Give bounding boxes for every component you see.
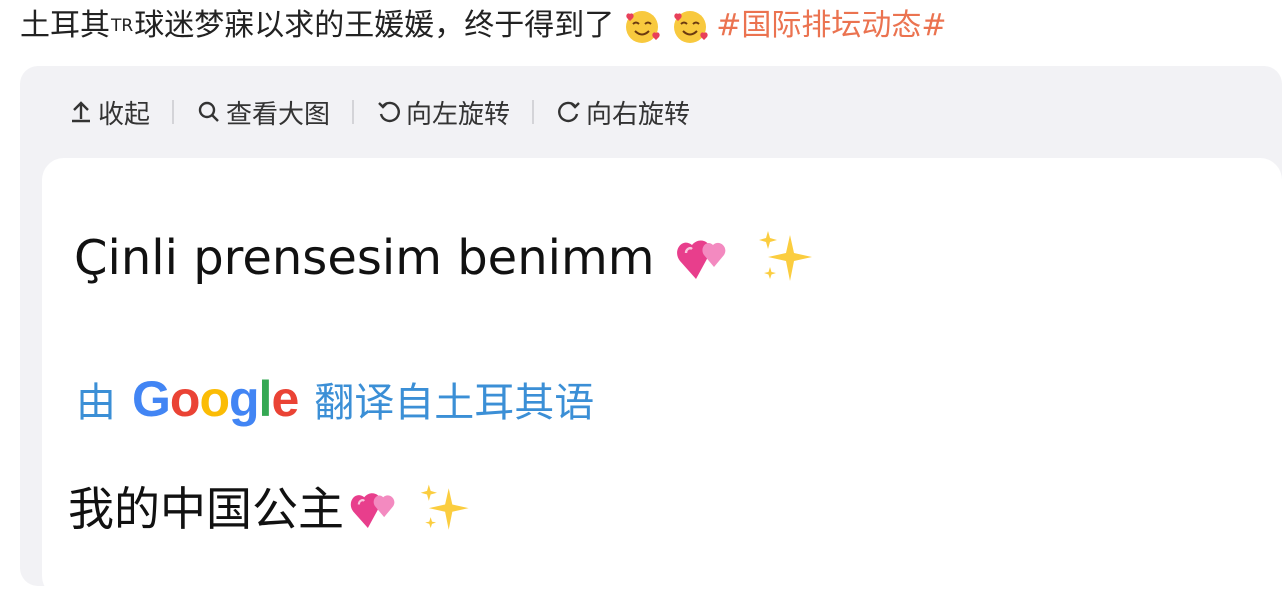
rotate-left-label: 向左旋转 — [406, 99, 511, 130]
sparkles-icon — [420, 484, 469, 530]
smiling-face-with-hearts-icon — [626, 11, 660, 43]
post-text: 土耳其 TR 球迷梦寐以求的王媛媛，终于得到了 #国际排坛动态# — [20, 6, 946, 46]
post-text-tr: TR — [111, 16, 134, 36]
rotate-right-icon — [558, 101, 580, 123]
attribution-prefix: 由 — [76, 380, 116, 426]
view-large-label: 查看大图 — [226, 99, 331, 130]
rotate-left-button[interactable]: 向左旋转 — [376, 94, 510, 131]
two-hearts-icon — [350, 493, 395, 528]
original-text: Çinli prensesim benimm — [74, 218, 818, 298]
upload-arrow-icon — [72, 101, 90, 123]
original-text-content: Çinli prensesim benimm — [74, 230, 655, 286]
smiling-face-with-hearts-icon — [674, 11, 708, 43]
rotate-right-label: 向右旋转 — [586, 99, 691, 130]
hashtag-link[interactable]: #国际排坛动态# — [716, 6, 946, 46]
toolbar-divider — [172, 100, 175, 124]
toolbar-divider — [532, 100, 535, 124]
post-text-part2: 球迷梦寐以求的王媛媛，终于得到了 — [134, 8, 615, 43]
rotate-left-icon — [378, 101, 400, 123]
image-viewer-panel: 收起 查看大图 向左旋转 向右旋转 Çinli prensesim benimm… — [20, 66, 1282, 598]
rotate-right-button[interactable]: 向右旋转 — [556, 94, 690, 131]
collapse-label: 收起 — [98, 99, 151, 130]
translated-text-content: 我的中国公主 — [68, 482, 344, 536]
sparkles-icon — [759, 231, 813, 281]
view-large-button[interactable]: 查看大图 — [196, 94, 330, 131]
attribution-suffix: 翻译自土耳其语 — [314, 380, 595, 426]
google-logo: Google — [132, 371, 299, 427]
toolbar-divider — [352, 100, 355, 124]
two-hearts-icon — [677, 240, 726, 279]
search-icon — [198, 101, 219, 122]
image-card[interactable]: Çinli prensesim benimm 由 Google 翻译自土耳其语 … — [42, 158, 1282, 598]
image-toolbar: 收起 查看大图 向左旋转 向右旋转 — [68, 92, 690, 132]
post-text-part1: 土耳其 — [20, 8, 110, 43]
collapse-button[interactable]: 收起 — [68, 94, 150, 131]
translated-text: 我的中国公主 — [68, 474, 474, 544]
translation-attribution: 由 Google 翻译自土耳其语 — [76, 370, 594, 428]
